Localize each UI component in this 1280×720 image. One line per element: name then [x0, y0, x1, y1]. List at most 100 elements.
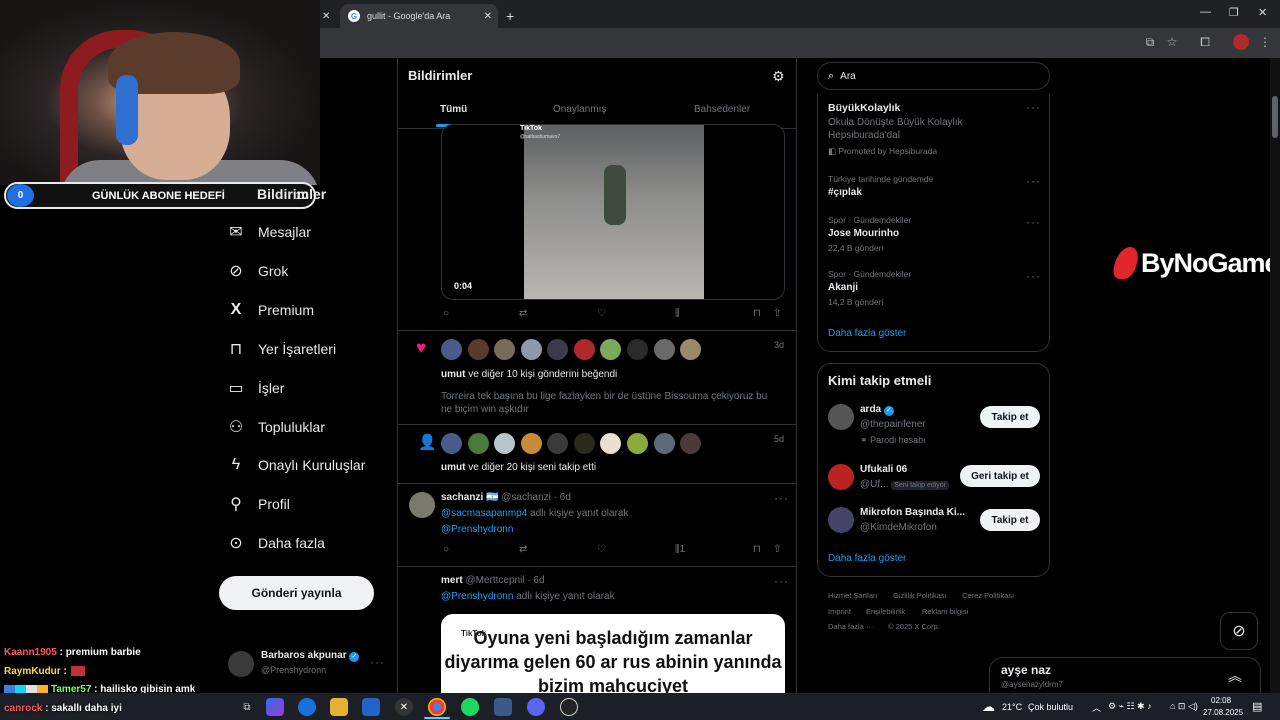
ad-title[interactable]: BüyükKolaylık [828, 102, 900, 114]
avatar[interactable] [521, 339, 542, 360]
account-more-icon[interactable]: ··· [370, 655, 385, 669]
app-icon[interactable]: ✕ [395, 698, 413, 716]
outlook-icon[interactable] [362, 698, 380, 716]
trend-name[interactable]: Akanji [828, 282, 858, 293]
notification-center-icon[interactable]: ▤ [1252, 700, 1262, 713]
user-name[interactable]: arda ✓ [860, 404, 894, 416]
account-switcher[interactable]: Barbaros akpunar ✓ [261, 650, 360, 662]
trend-more-icon[interactable]: ··· [1026, 174, 1041, 188]
avatar[interactable] [654, 339, 675, 360]
app-icon[interactable] [494, 698, 512, 716]
nav-bookmarks[interactable]: ⊓ Yer İşaretleri [226, 339, 336, 359]
follow-button[interactable]: Takip et [980, 406, 1040, 428]
close-window-button[interactable]: ✕ [1258, 6, 1267, 19]
clock-time[interactable]: 02:08 [1211, 696, 1231, 705]
task-view-icon[interactable]: ⧉ [238, 698, 256, 716]
avatar[interactable] [547, 339, 568, 360]
avatar[interactable] [547, 433, 568, 454]
scrollbar-track[interactable] [1270, 58, 1280, 693]
post-image[interactable]: Oyuna yeni başladığım zamanlar diyarıma … [441, 614, 785, 693]
grok-button[interactable]: ⊘ [1220, 612, 1258, 650]
footer-cookies[interactable]: Çerez Politikası [962, 591, 1014, 600]
avatar[interactable] [441, 433, 462, 454]
avatar[interactable] [627, 433, 648, 454]
avatar[interactable] [574, 433, 595, 454]
repost-icon[interactable]: ⇄ [519, 544, 527, 555]
edge-icon[interactable] [298, 698, 316, 716]
nav-profile[interactable]: ⚲ Profil [226, 494, 290, 514]
footer-accessibility[interactable]: Erişilebilirlik [866, 607, 905, 616]
footer-more[interactable]: Daha fazla ··· [828, 622, 873, 631]
footer-ads-info[interactable]: Reklam bilgisi [922, 607, 968, 616]
copilot-icon[interactable] [266, 698, 284, 716]
avatar[interactable] [600, 433, 621, 454]
avatar[interactable] [441, 339, 462, 360]
messages-drawer[interactable]: ayşe naz @aysenazyldrm7 ︽ [989, 657, 1261, 697]
avatar[interactable] [494, 339, 515, 360]
reply-icon[interactable]: ○ [443, 544, 449, 555]
quoted-post-text[interactable]: Torreira tek başına bu lige fazlayken bi… [441, 390, 771, 416]
nav-jobs[interactable]: ▭ İşler [226, 378, 284, 398]
avatar[interactable] [409, 492, 435, 518]
expand-chevron-icon[interactable]: ︽ [1228, 666, 1242, 686]
like-icon[interactable]: ♡ [597, 308, 606, 319]
share-icon[interactable]: ⇧ [773, 308, 781, 319]
bookmark-icon[interactable]: ⊓ [753, 308, 761, 319]
avatar[interactable] [574, 339, 595, 360]
nav-verified-orgs[interactable]: ϟ Onaylı Kuruluşlar [226, 455, 366, 475]
temperature[interactable]: 21°C [1002, 702, 1022, 712]
nav-communities[interactable]: ⚇ Topluluklar [226, 417, 325, 437]
tab-all[interactable]: Tümü [440, 104, 467, 115]
trend-name[interactable]: Jose Mourinho [828, 228, 899, 239]
follow-button[interactable]: Takip et [980, 509, 1040, 531]
video-player[interactable]: TikTok @salbasbumavo7 0:04 [441, 124, 785, 300]
like-icon[interactable]: ♡ [597, 544, 606, 555]
ad-more-icon[interactable]: ··· [1026, 100, 1041, 114]
post-button[interactable]: Gönderi yayınla [219, 576, 374, 610]
user-name[interactable]: Mikrofon Başında Ki... [860, 507, 965, 518]
avatar[interactable] [468, 433, 489, 454]
discord-icon[interactable] [527, 698, 545, 716]
tab-close-icon[interactable]: ✕ [484, 11, 492, 22]
avatar[interactable] [627, 339, 648, 360]
chrome-icon[interactable] [428, 698, 446, 716]
trend-more-icon[interactable]: ··· [1026, 269, 1041, 283]
post-more-icon[interactable]: ··· [774, 491, 789, 505]
browser-tab-google[interactable]: G gullit - Google'da Ara ✕ [340, 4, 498, 28]
account-avatar[interactable] [228, 651, 254, 677]
views-icon[interactable]: ⫼ 1 [675, 544, 685, 555]
clock-date[interactable]: 27.08.2025 [1203, 708, 1243, 717]
search-box[interactable]: ⌕ Ara [817, 62, 1050, 90]
avatar[interactable] [828, 404, 854, 430]
scrollbar-thumb[interactable] [1272, 96, 1278, 138]
tab-mentions[interactable]: Bahsedenler [694, 104, 750, 115]
bookmark-star-icon[interactable]: ☆ [1164, 34, 1180, 50]
tab-close-icon[interactable]: ✕ [322, 4, 336, 28]
avatar[interactable] [654, 433, 675, 454]
profile-avatar[interactable] [1233, 34, 1249, 50]
avatar[interactable] [828, 507, 854, 533]
trend-more-icon[interactable]: ··· [1026, 215, 1041, 229]
chrome-menu-icon[interactable]: ⋮ [1257, 34, 1273, 50]
footer-terms[interactable]: Hizmet Şartları [828, 591, 878, 600]
obs-icon[interactable] [560, 698, 578, 716]
avatar[interactable] [680, 339, 701, 360]
file-explorer-icon[interactable] [330, 698, 348, 716]
avatar[interactable] [521, 433, 542, 454]
avatar[interactable] [828, 464, 854, 490]
footer-imprint[interactable]: Imprint [828, 607, 851, 616]
nav-messages[interactable]: ✉ Mesajlar [226, 222, 311, 242]
nav-grok[interactable]: ⊘ Grok [226, 261, 288, 281]
bookmark-icon[interactable]: ⊓ [753, 544, 761, 555]
weather-text[interactable]: Çok bulutlu [1028, 702, 1073, 712]
nav-premium[interactable]: X Premium [226, 300, 314, 320]
show-more-users[interactable]: Daha fazla göster [828, 553, 906, 564]
reply-icon[interactable]: ○ [443, 308, 449, 319]
settings-gear-icon[interactable]: ⚙ [772, 68, 785, 85]
follow-back-button[interactable]: Geri takip et [960, 465, 1040, 487]
avatar[interactable] [680, 433, 701, 454]
show-more-trends[interactable]: Daha fazla göster [828, 328, 906, 339]
minimize-button[interactable]: — [1200, 6, 1211, 18]
spotify-icon[interactable] [461, 698, 479, 716]
post-body[interactable]: @Prenshydronn [441, 524, 513, 535]
